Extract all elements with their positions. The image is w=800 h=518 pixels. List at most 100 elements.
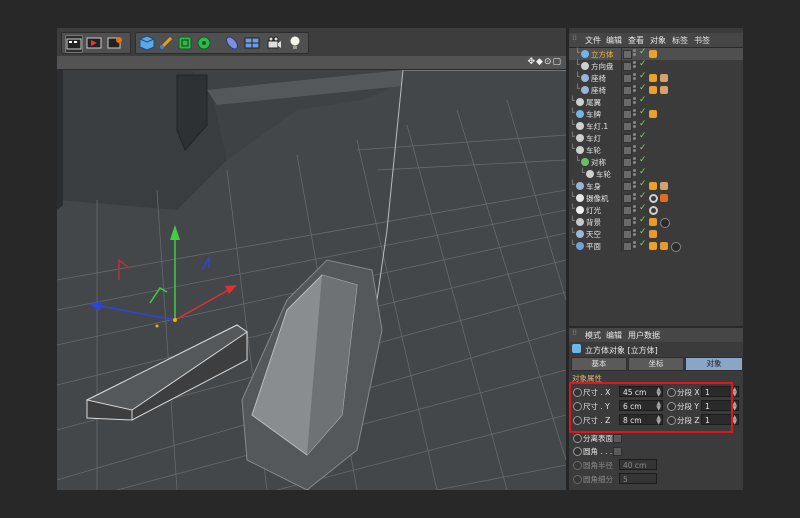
object-name[interactable]: 平面: [586, 241, 601, 252]
tree-branch-icon[interactable]: └: [570, 216, 575, 225]
target-tag-icon[interactable]: [649, 194, 658, 203]
phong-tag-icon[interactable]: [649, 182, 657, 190]
enabled-check-icon[interactable]: ✓: [639, 227, 647, 237]
object-row[interactable]: └ 背景 ✓: [569, 215, 743, 228]
cube-icon[interactable]: [139, 35, 155, 51]
visibility-dots-icon[interactable]: [633, 49, 636, 58]
enabled-check-icon[interactable]: ✓: [639, 203, 647, 213]
object-name[interactable]: 尾翼: [586, 97, 601, 108]
object-row[interactable]: └ 车身 ✓: [569, 179, 743, 192]
layer-checkbox[interactable]: [623, 146, 632, 155]
light-icon[interactable]: [287, 35, 303, 51]
tree-branch-icon[interactable]: └: [575, 156, 580, 165]
layer-checkbox[interactable]: [623, 182, 632, 191]
comp-tag-icon[interactable]: [649, 218, 657, 226]
object-name[interactable]: 车轮: [596, 169, 611, 180]
separate-surfaces-checkbox[interactable]: [613, 434, 622, 443]
object-name[interactable]: 车牌: [586, 109, 601, 120]
tab-object[interactable]: 对象: [685, 357, 743, 371]
phong-tag-icon[interactable]: [649, 50, 657, 58]
visibility-dots-icon[interactable]: [633, 169, 636, 178]
tree-branch-icon[interactable]: └: [575, 84, 580, 93]
floor-icon[interactable]: [244, 35, 260, 51]
layer-checkbox[interactable]: [623, 62, 632, 71]
checker-tag-icon[interactable]: [660, 86, 668, 94]
fillet-radius-field[interactable]: 40 cm: [619, 459, 657, 470]
menu-bookmark[interactable]: 书签: [694, 35, 710, 46]
visibility-dots-icon[interactable]: [633, 241, 636, 250]
array-icon[interactable]: [196, 35, 212, 51]
keyframe-radio[interactable]: [573, 447, 582, 456]
object-name[interactable]: 灯光: [586, 205, 601, 216]
layer-checkbox[interactable]: [623, 134, 632, 143]
object-name[interactable]: 立方体: [591, 49, 614, 60]
enabled-check-icon[interactable]: ✓: [639, 83, 647, 93]
object-row[interactable]: └ 车牌 ✓: [569, 107, 743, 120]
fillet-checkbox[interactable]: [613, 447, 622, 456]
object-row[interactable]: └ 车轮 ✓: [569, 167, 743, 180]
menu-user-data[interactable]: 用户数据: [628, 330, 660, 341]
layer-checkbox[interactable]: [623, 206, 632, 215]
object-name[interactable]: 对称: [591, 157, 606, 168]
object-name[interactable]: 车灯: [586, 133, 601, 144]
camera-icon[interactable]: [266, 35, 282, 51]
object-row[interactable]: └ 车灯.1 ✓: [569, 119, 743, 132]
menu-file[interactable]: 文件: [585, 35, 601, 46]
tree-branch-icon[interactable]: └: [570, 204, 575, 213]
tree-branch-icon[interactable]: └: [570, 108, 575, 117]
object-row[interactable]: └ 立方体 ✓: [569, 47, 743, 60]
3d-viewport[interactable]: [57, 70, 566, 490]
visibility-dots-icon[interactable]: [633, 109, 636, 118]
menu-attr-edit[interactable]: 编辑: [606, 330, 622, 341]
visibility-dots-icon[interactable]: [633, 205, 636, 214]
layer-checkbox[interactable]: [623, 74, 632, 83]
checker-tag-icon[interactable]: [660, 74, 668, 82]
spinner-icon[interactable]: ▲ ▼: [732, 387, 737, 398]
object-row[interactable]: └ 座椅 ✓: [569, 83, 743, 96]
menu-tag[interactable]: 标签: [672, 35, 688, 46]
object-name[interactable]: 背景: [586, 217, 601, 228]
object-name[interactable]: 天空: [586, 229, 601, 240]
enabled-check-icon[interactable]: ✓: [639, 143, 647, 153]
ball-tag-icon[interactable]: [671, 242, 681, 252]
drag-handle-icon[interactable]: ⁞⁞: [572, 328, 577, 337]
layer-checkbox[interactable]: [623, 122, 632, 131]
comp-tag-icon[interactable]: [649, 230, 657, 238]
fillet-subdiv-field[interactable]: 5: [619, 473, 657, 484]
visibility-dots-icon[interactable]: [633, 73, 636, 82]
menu-view[interactable]: 查看: [628, 35, 644, 46]
keyframe-radio[interactable]: [573, 434, 582, 443]
object-name[interactable]: 座椅: [591, 85, 606, 96]
spinner-icon[interactable]: ▲ ▼: [732, 401, 737, 412]
tree-branch-icon[interactable]: └: [580, 168, 585, 177]
layer-checkbox[interactable]: [623, 218, 632, 227]
visibility-dots-icon[interactable]: [633, 61, 636, 70]
keyframe-radio[interactable]: [573, 475, 582, 484]
visibility-dots-icon[interactable]: [633, 217, 636, 226]
object-row[interactable]: └ 天空 ✓: [569, 227, 743, 240]
layer-checkbox[interactable]: [623, 98, 632, 107]
phong-tag-icon[interactable]: [649, 242, 657, 250]
enabled-check-icon[interactable]: ✓: [639, 131, 647, 141]
layer-checkbox[interactable]: [623, 50, 632, 59]
object-row[interactable]: └ 方向盘 ✓: [569, 59, 743, 72]
comp-tag-icon[interactable]: [660, 242, 668, 250]
visibility-dots-icon[interactable]: [633, 85, 636, 94]
object-name[interactable]: 车灯.1: [586, 121, 608, 132]
tree-branch-icon[interactable]: └: [575, 48, 580, 57]
visibility-dots-icon[interactable]: [633, 121, 636, 130]
phong-tag-icon[interactable]: [649, 74, 657, 82]
render-picture-viewer-icon[interactable]: [86, 35, 102, 51]
visibility-dots-icon[interactable]: [633, 157, 636, 166]
object-row[interactable]: └ 灯光 ✓: [569, 203, 743, 216]
ball-tag-icon[interactable]: [660, 218, 670, 228]
object-row[interactable]: └ 车轮 ✓: [569, 143, 743, 156]
layer-checkbox[interactable]: [623, 110, 632, 119]
visibility-dots-icon[interactable]: [633, 181, 636, 190]
render-view-icon[interactable]: [65, 35, 83, 53]
checker-tag-icon[interactable]: [660, 182, 668, 190]
enabled-check-icon[interactable]: ✓: [639, 167, 647, 177]
object-row[interactable]: └ 对称 ✓: [569, 155, 743, 168]
layer-checkbox[interactable]: [623, 230, 632, 239]
object-row[interactable]: └ 座椅 ✓: [569, 71, 743, 84]
